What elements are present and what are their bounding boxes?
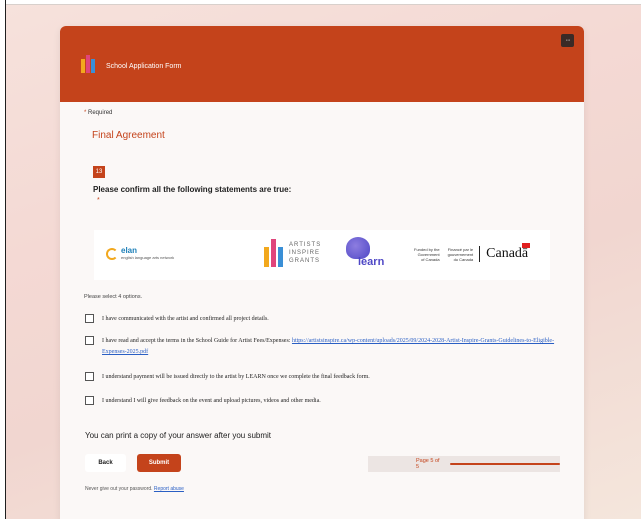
back-button[interactable]: Back [85,454,126,472]
more-icon: ··· [565,37,571,44]
report-abuse-link[interactable]: Report abuse [154,486,184,492]
required-note: * Required [84,110,112,116]
question-number-badge: 13 [93,166,105,178]
government-of-canada-logo: Funded by the Government of Canada Finan… [414,243,531,262]
elan-name: elan [121,246,138,255]
option-label: I have communicated with the artist and … [102,316,269,322]
checkbox[interactable] [85,314,94,323]
canada-word: Canadā [486,246,529,261]
gov-divider [479,246,481,262]
required-label: Required [88,110,113,116]
print-note: You can print a copy of your answer afte… [85,431,272,440]
option-label-text: I have read and accept the terms in the … [102,338,292,344]
gov-fr-line-2: gouvernement [447,251,474,257]
elan-logo: elan english language arts network [106,247,174,260]
progress-bar [449,463,560,465]
aig-line-1: ARTISTS [289,242,322,248]
aig-line-3: GRANTS [289,258,321,264]
checkbox[interactable] [85,372,94,381]
section-title: Final Agreement [92,130,165,141]
question-text: Please confirm all the following stateme… [93,185,292,194]
footer-text: Never give out your password. [85,486,154,492]
gov-en-line-1: Funded by the [414,246,440,252]
option-feedback[interactable]: I understand I will give feedback on the… [85,396,321,407]
form-title: School Application Form [106,63,182,70]
option-label: I have read and accept the terms in the … [102,336,555,358]
canada-flag-icon [522,243,531,248]
option-payment[interactable]: I understand payment will be issued dire… [85,372,370,383]
canada-wordmark: Canadā [486,243,531,262]
select-hint: Please select 4 options. [84,294,143,300]
learn-word: learn [358,256,385,268]
checkbox[interactable] [85,396,94,405]
option-communicated[interactable]: I have communicated with the artist and … [85,314,269,325]
form-logo-icon [81,55,95,73]
option-label: I understand payment will be issued dire… [102,374,370,380]
elan-subtitle: english language arts network [121,255,175,260]
more-options-button[interactable]: ··· [561,34,574,47]
left-edge [0,0,6,519]
sponsor-logos-banner: elan english language arts network ARTIS… [94,230,550,280]
gov-french-text: Financé par le gouvernement du Canada [448,247,474,262]
aig-bars-icon [264,239,284,267]
gov-en-line-2: Government [417,251,440,257]
required-star: * [84,110,87,116]
gov-en-line-3: of Canada [421,256,440,262]
page-indicator: Page 5 of 5 [416,458,440,470]
gov-fr-line-1: Financé par le [447,246,474,252]
question-required-star: * [97,197,100,204]
submit-button[interactable]: Submit [137,454,181,472]
option-read-terms[interactable]: I have read and accept the terms in the … [85,336,555,358]
option-label: I understand I will give feedback on the… [102,398,321,404]
footer-note: Never give out your password. Report abu… [85,486,184,492]
gov-english-text: Funded by the Government of Canada [414,247,440,262]
form-header: School Application Form ··· [60,26,584,102]
form-card: School Application Form ··· * Required F… [60,26,584,519]
gov-fr-line-3: du Canada [453,256,474,262]
aig-line-2: INSPIRE [289,250,321,256]
checkbox[interactable] [85,336,94,345]
page-progress: Page 5 of 5 [368,456,560,472]
top-edge [0,0,641,5]
learn-logo: learn [342,237,386,273]
artists-inspire-logo: ARTISTS INSPIRE GRANTS [264,239,321,267]
elan-circle-icon [106,247,118,260]
